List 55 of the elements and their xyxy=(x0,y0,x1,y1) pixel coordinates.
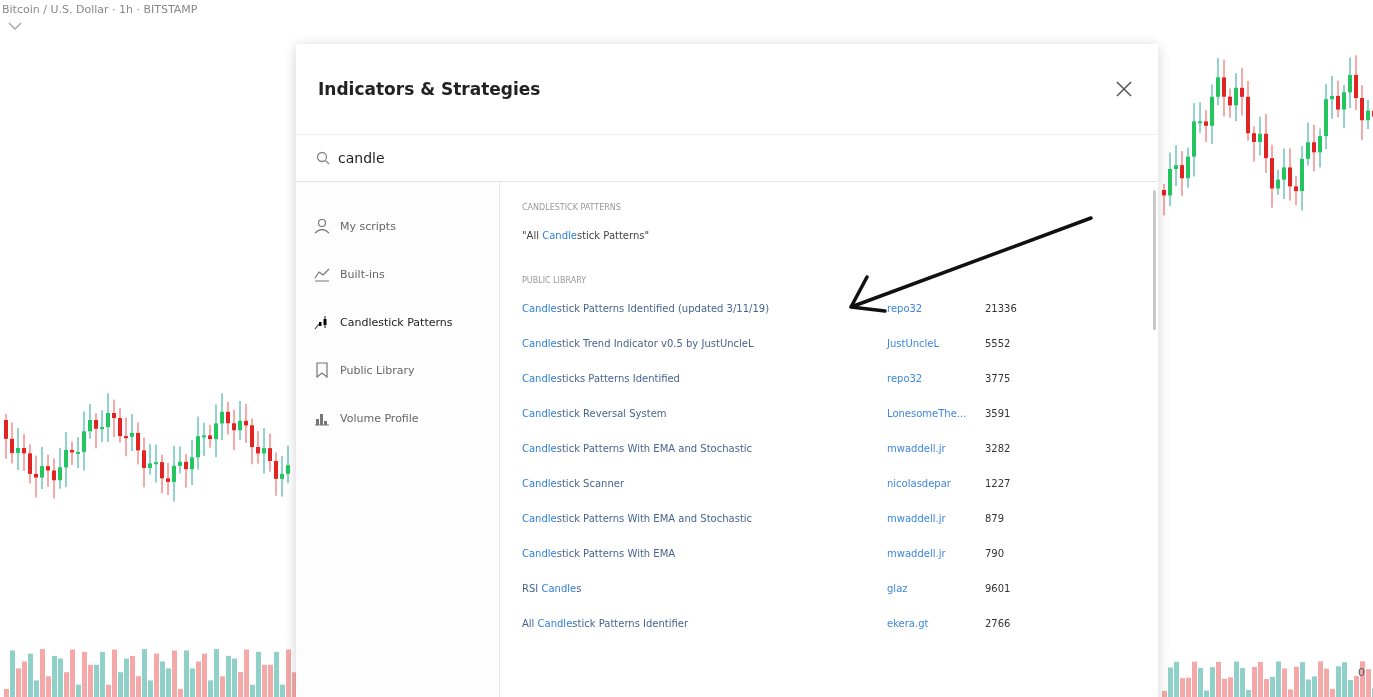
author-link[interactable]: mwaddell.jr xyxy=(887,513,946,524)
person-icon xyxy=(314,218,330,234)
likes-count: 3282 xyxy=(985,443,1011,454)
script-name[interactable]: Candlestick Patterns With EMA and Stochastic xyxy=(522,513,753,524)
author-link[interactable]: ekera.gt xyxy=(887,618,929,629)
author-link[interactable]: repo32 xyxy=(887,303,923,314)
symbol-title: Bitcoin / U.S. Dollar · 1h · BITSTAMP xyxy=(2,3,198,16)
script-name[interactable]: RSI Candles xyxy=(522,583,582,594)
sidebar-item[interactable]: My scripts xyxy=(296,202,499,250)
script-name[interactable]: Candlestick Patterns With EMA and Stochastic xyxy=(522,443,753,454)
likes-count: 9601 xyxy=(985,583,1011,594)
item-label: Candlestick Patterns xyxy=(340,315,453,329)
script-name[interactable]: Candlestick Trend Indicator v0.5 by JustUncleL xyxy=(522,338,754,349)
section-heading: CANDLESTICK PATTERNS xyxy=(522,202,622,214)
item-label: My scripts xyxy=(340,219,396,233)
likes-count: 790 xyxy=(985,548,1005,559)
script-name[interactable]: "All Candlestick Patterns" xyxy=(522,230,650,241)
script-name[interactable]: Candlestick Patterns With EMA xyxy=(522,548,676,559)
likes-count: 21336 xyxy=(985,303,1017,314)
chevron-icon[interactable] xyxy=(8,22,22,30)
candlestick-icon xyxy=(314,314,330,330)
scrollbar[interactable] xyxy=(1153,190,1156,330)
likes-count: 1227 xyxy=(985,478,1011,489)
item-label: Public Library xyxy=(340,363,415,377)
item-label: Built-ins xyxy=(340,267,385,281)
author-link[interactable]: nicolasdepar xyxy=(887,478,951,489)
likes-count: 3591 xyxy=(985,408,1011,419)
author-link[interactable]: repo32 xyxy=(887,373,923,384)
author-link[interactable]: mwaddell.jr xyxy=(887,443,946,454)
search-field[interactable]: candle xyxy=(336,149,740,167)
likes-count: 3775 xyxy=(985,373,1011,384)
bookmark-icon xyxy=(314,362,330,378)
sidebar-item[interactable]: Built-ins xyxy=(296,250,499,298)
axis-label: 0 xyxy=(1358,666,1365,679)
author-link[interactable]: JustUncleL xyxy=(887,338,940,349)
author-link[interactable]: LonesomeThe... xyxy=(887,408,967,419)
likes-count: 2766 xyxy=(985,618,1011,629)
script-name[interactable]: Candlestick Scanner xyxy=(522,478,625,489)
script-name[interactable]: Candlestick Reversal System xyxy=(522,408,667,419)
section-heading: PUBLIC LIBRARY xyxy=(522,275,588,287)
dialog-title: Indicators & Strategies xyxy=(318,79,541,99)
script-name[interactable]: Candlesticks Patterns Identified xyxy=(522,373,680,384)
chart-icon xyxy=(314,266,330,282)
item-label: Volume Profile xyxy=(340,411,419,425)
likes-count: 5552 xyxy=(985,338,1011,349)
close-icon[interactable] xyxy=(1116,81,1132,97)
likes-count: 879 xyxy=(985,513,1005,524)
author-link[interactable]: mwaddell.jr xyxy=(887,548,946,559)
sidebar-item[interactable]: Public Library xyxy=(296,346,499,394)
search-icon xyxy=(316,151,330,165)
sidebar-item[interactable]: Candlestick Patterns xyxy=(296,298,499,346)
script-name[interactable]: All Candlestick Patterns Identifier xyxy=(522,618,689,629)
sidebar-item[interactable]: Volume Profile xyxy=(296,394,499,442)
script-name[interactable]: Candlestick Patterns Identified (updated 3/11/19) xyxy=(522,303,770,314)
author-link[interactable]: glaz xyxy=(887,583,908,594)
